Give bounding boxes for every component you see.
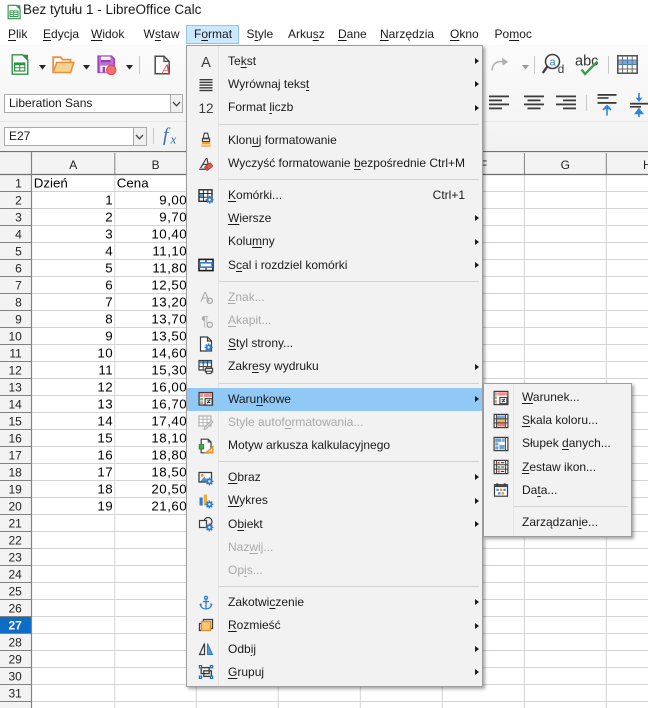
svg-text:3: 3 <box>105 226 113 241</box>
svg-text:13,50: 13,50 <box>151 328 187 343</box>
svg-text:13: 13 <box>8 381 22 395</box>
svg-text:A: A <box>160 62 170 75</box>
svg-text:18: 18 <box>97 481 113 496</box>
svg-text:4: 4 <box>105 243 113 258</box>
svg-text:23: 23 <box>8 551 22 565</box>
svg-text:18,80: 18,80 <box>151 447 187 462</box>
svg-text:10: 10 <box>8 330 22 344</box>
svg-text:7: 7 <box>105 294 113 309</box>
svg-text:G: G <box>561 158 570 172</box>
svg-text:1: 1 <box>15 177 22 191</box>
svg-text:7: 7 <box>15 279 22 293</box>
svg-text:11: 11 <box>98 362 113 377</box>
svg-text:3: 3 <box>15 211 22 225</box>
svg-text:1: 1 <box>105 192 113 207</box>
svg-text:5: 5 <box>105 260 113 275</box>
svg-text:31: 31 <box>8 687 22 701</box>
svg-text:15: 15 <box>97 430 113 445</box>
svg-text:10,40: 10,40 <box>151 226 187 241</box>
svg-text:x: x <box>170 132 177 147</box>
svg-text:22: 22 <box>8 534 22 548</box>
svg-text:17: 17 <box>97 464 113 479</box>
svg-text:16: 16 <box>97 447 113 462</box>
svg-text:13,70: 13,70 <box>151 311 187 326</box>
svg-text:21,60: 21,60 <box>151 498 187 513</box>
svg-text:20,50: 20,50 <box>151 481 187 496</box>
svg-text:13: 13 <box>97 396 113 411</box>
svg-text:H: H <box>643 158 648 172</box>
svg-text:8: 8 <box>105 311 113 326</box>
svg-text:16: 16 <box>8 432 22 446</box>
svg-text:15,30: 15,30 <box>151 362 187 377</box>
svg-text:26: 26 <box>8 602 22 616</box>
svg-text:16,70: 16,70 <box>151 396 187 411</box>
svg-text:Dzień: Dzień <box>34 175 68 190</box>
svg-text:21: 21 <box>8 517 22 531</box>
svg-text:9,00: 9,00 <box>159 192 187 207</box>
svg-text:14: 14 <box>97 413 113 428</box>
svg-text:A: A <box>69 158 77 172</box>
svg-text:20: 20 <box>8 500 22 514</box>
svg-text:8: 8 <box>15 296 22 310</box>
svg-text:10: 10 <box>97 345 113 360</box>
svg-text:28: 28 <box>8 636 22 650</box>
svg-text:6: 6 <box>105 277 113 292</box>
svg-text:12: 12 <box>198 101 213 116</box>
svg-text:25: 25 <box>8 585 22 599</box>
svg-text:17: 17 <box>8 449 22 463</box>
svg-text:9,70: 9,70 <box>159 209 187 224</box>
svg-text:2: 2 <box>105 209 113 224</box>
svg-text:13,20: 13,20 <box>151 294 187 309</box>
svg-text:14,60: 14,60 <box>151 345 187 360</box>
svg-text:27: 27 <box>8 619 22 633</box>
svg-text:29: 29 <box>8 653 22 667</box>
svg-text:9: 9 <box>105 328 113 343</box>
svg-text:19: 19 <box>97 498 113 513</box>
svg-text:11,80: 11,80 <box>152 260 187 275</box>
svg-text:2: 2 <box>15 194 22 208</box>
svg-text:18,50: 18,50 <box>151 464 187 479</box>
svg-text:17,40: 17,40 <box>151 413 187 428</box>
svg-text:18,10: 18,10 <box>151 430 187 445</box>
svg-text:d: d <box>558 62 565 76</box>
svg-text:12: 12 <box>8 364 22 378</box>
svg-text:5: 5 <box>15 245 22 259</box>
svg-text:4: 4 <box>15 228 22 242</box>
svg-text:11,10: 11,10 <box>152 243 187 258</box>
svg-text:12: 12 <box>97 379 113 394</box>
svg-text:15: 15 <box>8 415 22 429</box>
svg-text:A: A <box>200 289 210 305</box>
svg-text:30: 30 <box>8 670 22 684</box>
svg-text:16,00: 16,00 <box>151 379 187 394</box>
svg-text:24: 24 <box>8 568 22 582</box>
svg-text:14: 14 <box>8 398 22 412</box>
svg-text:19: 19 <box>8 483 22 497</box>
svg-text:12,50: 12,50 <box>151 277 187 292</box>
svg-text:A: A <box>201 55 211 70</box>
svg-text:a: a <box>549 57 556 69</box>
svg-text:6: 6 <box>15 262 22 276</box>
svg-text:Cena: Cena <box>117 175 149 190</box>
svg-text:abc: abc <box>575 54 598 70</box>
svg-text:18: 18 <box>8 466 22 480</box>
svg-text:9: 9 <box>15 313 22 327</box>
svg-text:B: B <box>152 158 160 172</box>
svg-text:11: 11 <box>9 347 22 361</box>
